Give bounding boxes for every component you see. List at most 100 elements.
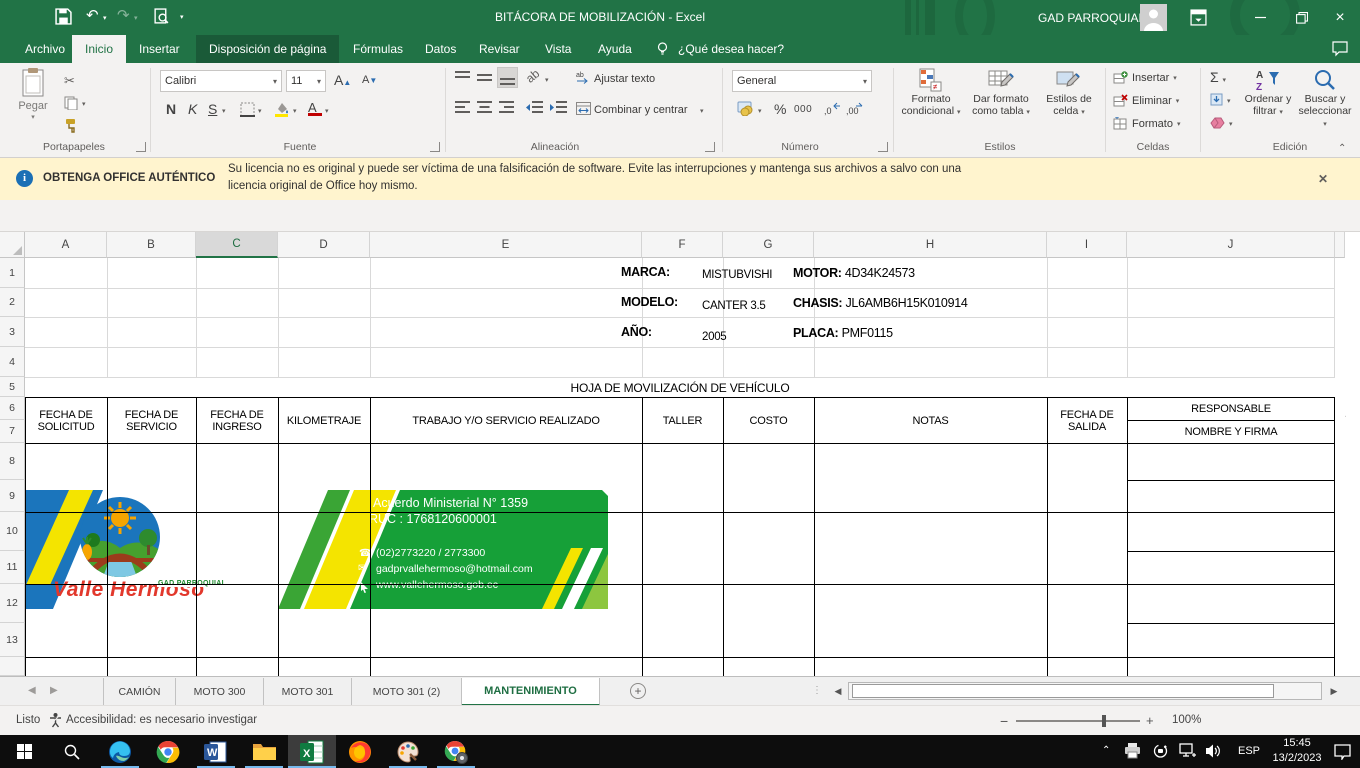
cell-header-fecha-solicitud[interactable]: FECHA DE SOLICITUD [26,398,106,443]
sheet-tab-camion[interactable]: CAMIÓN [103,678,176,706]
hscroll-right-icon[interactable]: ▶ [1326,682,1342,700]
fill-dropdown-icon[interactable]: ▾ [1227,97,1231,105]
cell-header-fecha-servicio[interactable]: FECHA DE SERVICIO [108,398,195,443]
column-header-i[interactable]: I [1047,232,1127,258]
italic-button[interactable]: K [188,101,197,117]
cell-header-fecha-salida[interactable]: FECHA DE SALIDA [1048,398,1126,443]
sheet-grid[interactable]: A B C D E F G H I J .colhead{top:0;} 1 2… [0,232,1345,676]
comma-style-button[interactable]: 000 [794,104,812,115]
orientation-dropdown-icon[interactable]: ▾ [545,76,549,84]
wrap-text-button[interactable]: Ajustar texto [594,73,655,85]
row-header-3[interactable]: 3 [0,317,25,347]
redo-dropdown-icon[interactable]: ▾ [134,14,138,22]
cell-chasis[interactable]: CHASIS: JL6AMB6H15K010914 [793,294,968,312]
undo-button[interactable]: ↶ [86,7,99,25]
cell-header-nombre-firma[interactable]: NOMBRE Y FIRMA [1128,421,1334,443]
number-dialog-launcher[interactable] [878,142,888,152]
copy-icon[interactable] [64,96,78,115]
tab-insertar[interactable]: Insertar [126,35,193,63]
zoom-level[interactable]: 100% [1172,714,1201,726]
column-header-c[interactable]: C [196,232,278,258]
action-center-icon[interactable] [1334,744,1351,765]
tell-me-bulb-icon[interactable] [655,41,670,61]
taskbar-paint-icon[interactable] [384,735,432,768]
column-header-g[interactable]: G [723,232,814,258]
orientation-icon[interactable]: ab [523,66,542,85]
qat-customize-icon[interactable]: ▾ [180,13,184,21]
minimize-button[interactable] [1240,0,1280,35]
cell-anio-value[interactable]: 2005 [702,331,726,343]
tab-vista[interactable]: Vista [532,35,584,63]
row-header-12[interactable]: 12 [0,584,25,623]
tab-formulas[interactable]: Fórmulas [340,35,416,63]
tab-revisar[interactable]: Revisar [466,35,533,63]
cell-header-notas[interactable]: NOTAS [815,398,1046,443]
row-header-5[interactable]: 5 [0,377,25,397]
delete-cells-button[interactable]: Eliminar▾ [1113,94,1179,108]
sheet-tab-moto300[interactable]: MOTO 300 [176,678,264,706]
cell-marca-value[interactable]: MISTUBVISHI [702,269,772,281]
taskbar-chrome-profile-icon[interactable] [432,735,480,768]
font-size-combo[interactable]: 11▾ [286,70,326,92]
fill-color-icon[interactable] [274,101,290,122]
language-indicator[interactable]: ESP [1238,745,1260,757]
font-color-dropdown-icon[interactable]: ▾ [325,107,329,115]
sheet-tab-moto301[interactable]: MOTO 301 [264,678,352,706]
restore-button[interactable] [1282,0,1322,35]
sheet-nav-right-icon[interactable]: ▶ [50,685,58,696]
align-left-icon[interactable] [455,101,470,119]
format-as-table-button[interactable]: Dar formato como tabla ▾ [966,68,1036,119]
column-header-a[interactable]: A [25,232,107,258]
cut-icon[interactable]: ✂ [64,73,75,89]
tab-archivo[interactable]: Archivo [12,35,78,63]
sheet-tab-mantenimiento[interactable]: MANTENIMIENTO [462,678,600,706]
column-header-f[interactable]: F [642,232,723,258]
taskbar-search-icon[interactable] [48,735,96,768]
row-header-8[interactable]: 8 [0,443,25,480]
taskbar-explorer-icon[interactable] [240,735,288,768]
collapse-ribbon-icon[interactable]: ⌃ [1338,143,1346,154]
clear-dropdown-icon[interactable]: ▾ [1229,120,1233,128]
accounting-dropdown-icon[interactable]: ▾ [758,107,762,115]
borders-dropdown-icon[interactable]: ▾ [258,107,262,115]
clock-date[interactable]: 13/2/2023 [1268,752,1326,764]
taskbar-word-icon[interactable]: W [192,735,240,768]
decrease-indent-icon[interactable] [526,101,543,119]
tab-ayuda[interactable]: Ayuda [585,35,645,63]
ribbon-display-options-icon[interactable] [1190,9,1207,31]
tab-inicio[interactable]: Inicio [72,35,126,63]
wrap-text-icon[interactable]: ab [576,71,591,89]
row-header-9[interactable]: 9 [0,480,25,512]
printer-icon[interactable] [1124,743,1141,764]
grow-font-icon[interactable]: A▲ [334,72,351,88]
conditional-formatting-button[interactable]: ≠ Formato condicional ▾ [900,68,962,119]
decrease-decimal-icon[interactable]: ,00 [846,102,864,121]
row-header-10[interactable]: 10 [0,512,25,551]
cell-marca-label[interactable]: MARCA: [621,265,670,279]
font-dialog-launcher[interactable] [430,142,440,152]
borders-icon[interactable] [240,102,255,122]
cell-modelo-label[interactable]: MODELO: [621,295,678,309]
row-header-2[interactable]: 2 [0,288,25,317]
taskbar-edge-icon[interactable] [96,735,144,768]
tell-me-search[interactable]: ¿Qué desea hacer? [672,35,790,63]
tray-expand-icon[interactable]: ⌃ [1102,745,1110,756]
row-header-11[interactable]: 11 [0,551,25,584]
paste-button[interactable]: Pegar ▾ [10,68,56,124]
select-all-corner[interactable] [0,232,25,258]
align-middle-icon[interactable] [477,71,492,89]
clipboard-dialog-launcher[interactable] [136,142,146,152]
close-button[interactable]: × [1320,0,1360,35]
bold-button[interactable]: N [166,101,176,117]
align-top-icon[interactable] [455,71,470,89]
volume-icon[interactable] [1205,743,1223,764]
cell-modelo-value[interactable]: CANTER 3.5 [702,300,765,312]
cell-header-kilometraje[interactable]: KILOMETRAJE [279,398,369,443]
taskbar-firefox-icon[interactable] [336,735,384,768]
autosum-icon[interactable]: Σ ▾ [1210,69,1226,85]
cell-anio-label[interactable]: AÑO: [621,325,652,339]
copy-dropdown-icon[interactable]: ▾ [82,100,86,108]
cell-header-fecha-ingreso[interactable]: FECHA DE INGRESO [197,398,277,443]
row-header-13[interactable]: 13 [0,623,25,657]
align-bottom-icon-selected[interactable] [497,67,518,88]
